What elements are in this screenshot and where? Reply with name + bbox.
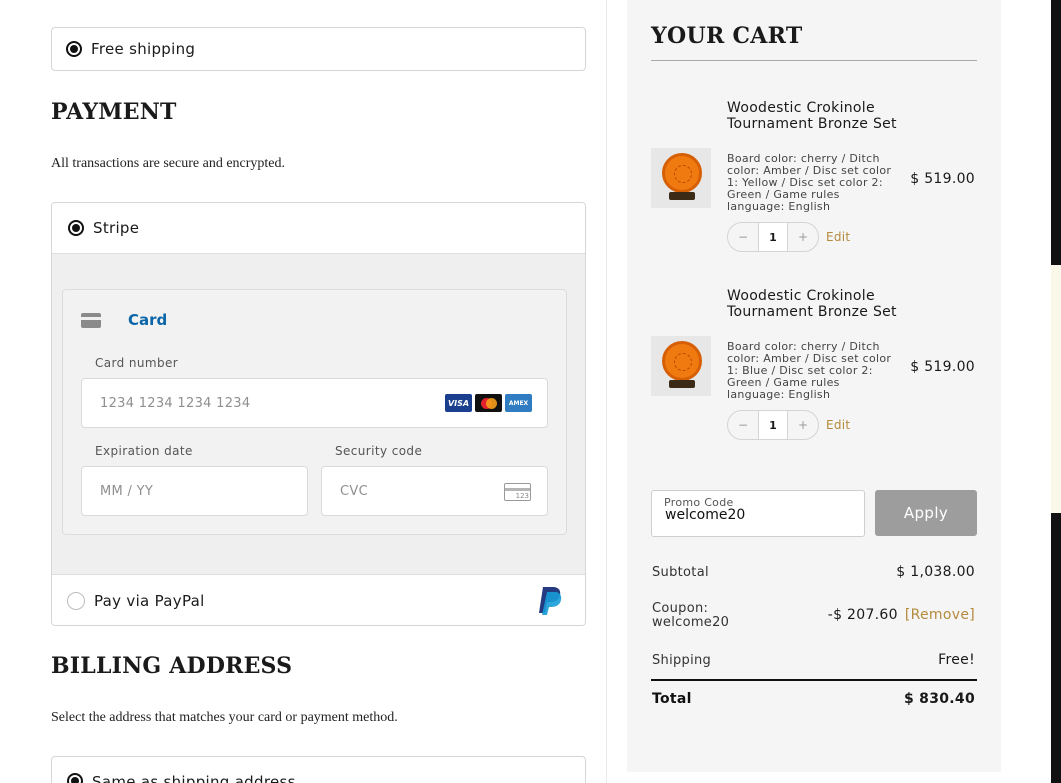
cart-item: Woodestic Crokinole Tournament Bronze Se… <box>651 288 977 443</box>
subtotal-label: Subtotal <box>652 565 709 580</box>
product-price: $ 519.00 <box>910 171 975 187</box>
shipping-label: Shipping <box>652 653 712 668</box>
visa-icon: VISA <box>445 394 472 412</box>
amex-icon: AMEX <box>505 394 532 412</box>
subtotal-row: Subtotal $ 1,038.00 <box>651 564 977 584</box>
shipping-radio[interactable] <box>66 41 82 57</box>
expiration-input[interactable] <box>98 482 307 500</box>
payment-title: PAYMENT <box>51 99 177 125</box>
payment-option-stripe[interactable]: Stripe <box>52 203 585 254</box>
quantity-increase-button[interactable]: + <box>788 230 818 244</box>
total-label: Total <box>652 691 692 707</box>
checkout-page: Free shipping PAYMENT All transactions a… <box>0 0 1061 783</box>
scrollbar-track-bottom <box>1051 513 1061 783</box>
cvc-card-icon: 123 <box>504 483 531 501</box>
product-options: Board color: cherry / Ditch color: Amber… <box>727 340 892 401</box>
quantity-stepper: − 1 + <box>727 410 819 440</box>
cvc-icon-text: 123 <box>515 492 529 500</box>
shipping-option-free[interactable]: Free shipping <box>51 27 586 71</box>
payment-methods: Stripe Card Card number VISA AMEX <box>51 202 586 626</box>
product-name: Woodestic Crokinole Tournament Bronze Se… <box>727 288 897 320</box>
stripe-label: Stripe <box>93 219 140 237</box>
paypal-radio[interactable] <box>67 591 85 610</box>
stripe-card-area: Card Card number VISA AMEX Expiration da… <box>52 254 585 575</box>
quantity-increase-button[interactable]: + <box>788 418 818 432</box>
cart-item: Woodestic Crokinole Tournament Bronze Se… <box>651 100 977 255</box>
billing-same-label: Same as shipping address <box>92 773 296 783</box>
shipping-row: Shipping Free! <box>651 652 977 672</box>
paypal-logo-icon <box>539 587 562 615</box>
quantity-decrease-button[interactable]: − <box>728 418 758 432</box>
payment-subtitle: All transactions are secure and encrypte… <box>51 156 286 171</box>
paypal-label: Pay via PayPal <box>94 591 205 610</box>
cart-divider <box>651 60 977 61</box>
cart-title: YOUR CART <box>651 23 803 49</box>
coupon-value: -$ 207.60 <box>827 607 898 623</box>
card-number-field[interactable]: VISA AMEX <box>81 378 548 428</box>
total-row: Total $ 830.40 <box>651 691 977 711</box>
security-code-label: Security code <box>335 444 423 458</box>
subtotal-value: $ 1,038.00 <box>896 564 975 580</box>
product-price: $ 519.00 <box>910 359 975 375</box>
security-code-field[interactable]: 123 <box>321 466 548 516</box>
quantity-stepper: − 1 + <box>727 222 819 252</box>
quantity-decrease-button[interactable]: − <box>728 230 758 244</box>
product-name: Woodestic Crokinole Tournament Bronze Se… <box>727 100 897 132</box>
product-thumbnail <box>651 148 711 208</box>
card-tab-label: Card <box>128 311 168 329</box>
remove-coupon-link[interactable]: [Remove] <box>905 607 975 623</box>
total-value: $ 830.40 <box>903 691 975 707</box>
scrollbar-thumb[interactable] <box>1051 265 1061 513</box>
apply-promo-button[interactable]: Apply <box>875 490 977 536</box>
coupon-row: Coupon: welcome20 -$ 207.60 [Remove] <box>651 602 977 632</box>
mastercard-icon <box>475 394 502 412</box>
total-divider <box>651 679 977 681</box>
scrollbar-track-top <box>1051 0 1061 265</box>
edit-item-link[interactable]: Edit <box>826 230 850 244</box>
billing-title: BILLING ADDRESS <box>51 653 293 679</box>
checkout-form-column: Free shipping PAYMENT All transactions a… <box>0 0 607 783</box>
coupon-label: Coupon: welcome20 <box>652 601 730 630</box>
expiration-field[interactable] <box>81 466 308 516</box>
payment-option-paypal[interactable]: Pay via PayPal <box>52 575 585 625</box>
quantity-value[interactable]: 1 <box>758 411 788 439</box>
expiration-label: Expiration date <box>95 444 193 458</box>
card-number-label: Card number <box>95 356 179 370</box>
coupon-value-group: -$ 207.60 [Remove] <box>828 607 975 623</box>
promo-code-field[interactable]: Promo Code welcome20 <box>651 490 865 537</box>
stripe-radio[interactable] <box>68 220 84 236</box>
product-thumbnail <box>651 336 711 396</box>
card-tab[interactable]: Card <box>81 311 167 329</box>
billing-subtitle: Select the address that matches your car… <box>51 710 398 725</box>
card-brands: VISA AMEX <box>445 394 532 412</box>
shipping-value: Free! <box>938 652 975 668</box>
shipping-option-label: Free shipping <box>91 40 196 58</box>
edit-item-link[interactable]: Edit <box>826 418 850 432</box>
card-panel: Card Card number VISA AMEX Expiration da… <box>62 289 567 535</box>
quantity-value[interactable]: 1 <box>758 223 788 251</box>
credit-card-icon <box>81 312 101 328</box>
cart-summary: YOUR CART Woodestic Crokinole Tournament… <box>627 0 1001 772</box>
promo-code-value[interactable]: welcome20 <box>665 507 745 523</box>
product-options: Board color: cherry / Ditch color: Amber… <box>727 152 892 213</box>
billing-option-same[interactable]: Same as shipping address <box>51 756 586 783</box>
billing-same-radio[interactable] <box>67 773 83 783</box>
